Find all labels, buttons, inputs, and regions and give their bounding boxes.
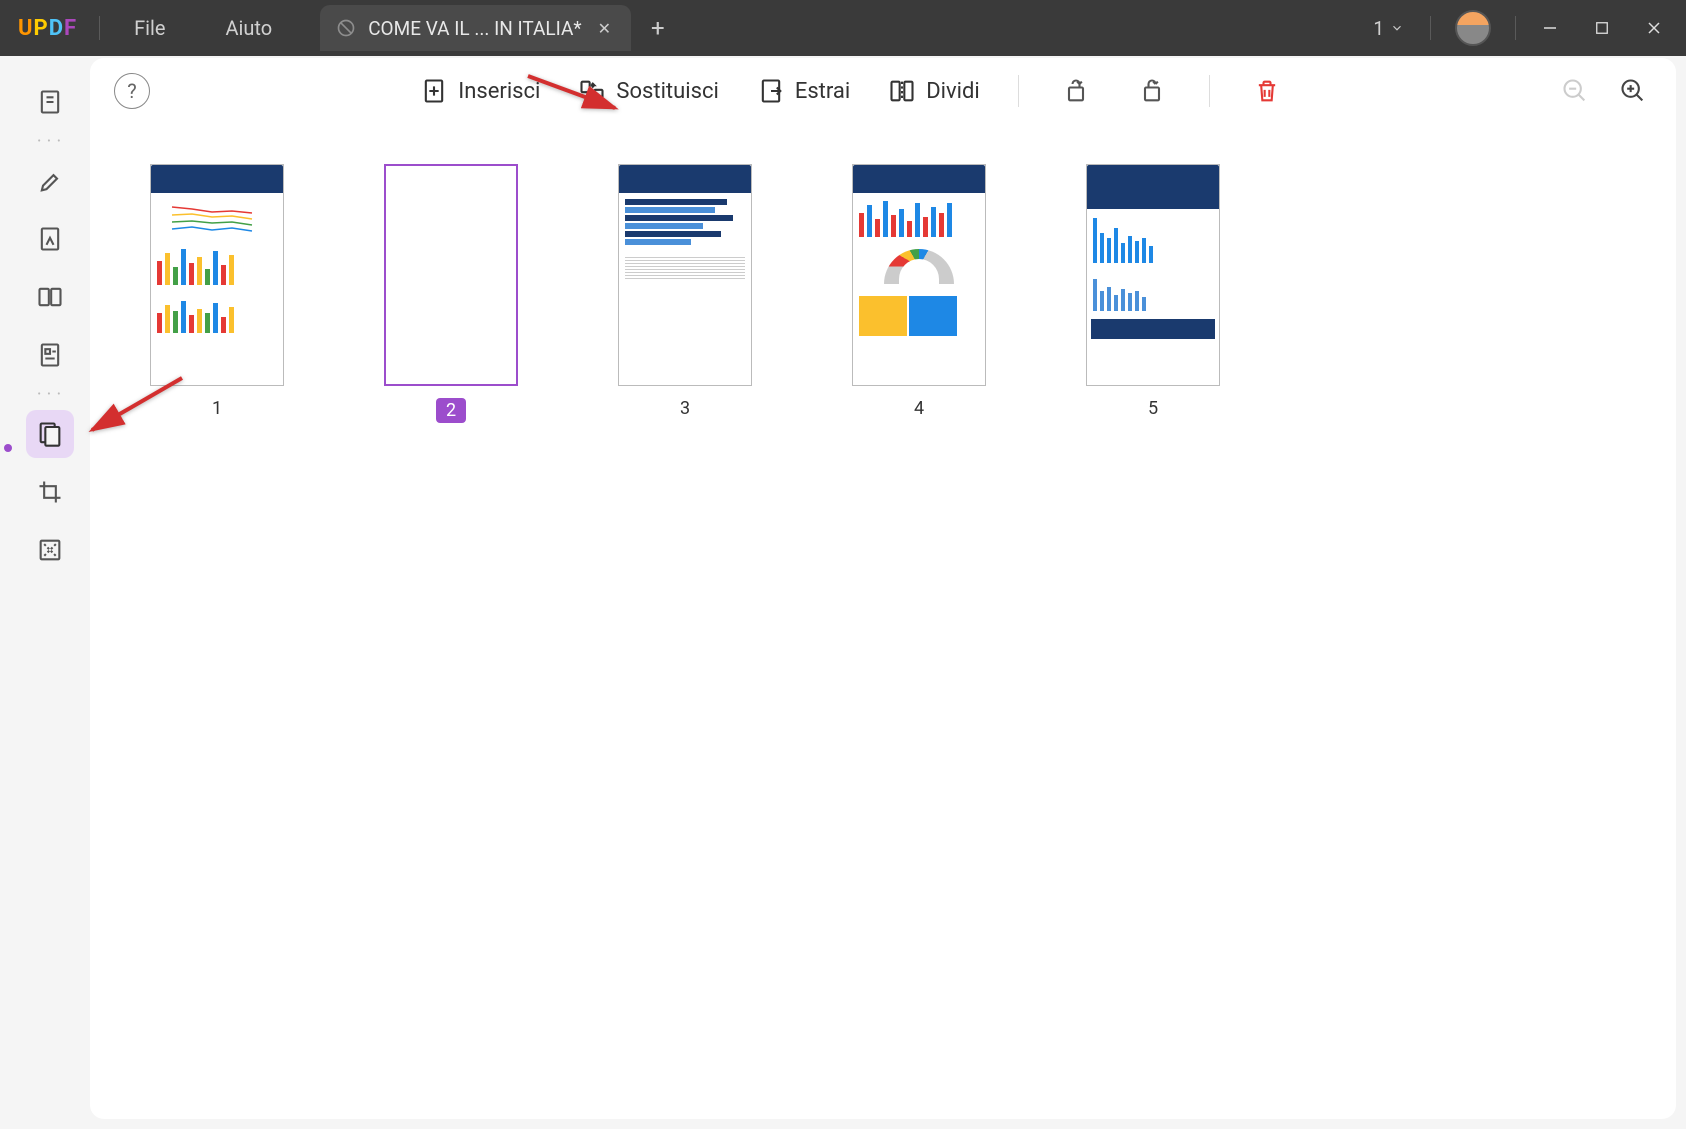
main-content: ? Inserisci Sostituisci Estrai Dividi xyxy=(90,58,1676,1119)
page-toolbar: ? Inserisci Sostituisci Estrai Dividi xyxy=(90,58,1676,124)
page-label: 4 xyxy=(914,398,924,419)
close-window-button[interactable] xyxy=(1632,6,1676,50)
extract-icon xyxy=(757,77,785,105)
separator xyxy=(1209,75,1210,107)
tab-title: COME VA IL ... IN ITALIA* xyxy=(368,17,581,40)
sidebar-redact[interactable] xyxy=(26,526,74,574)
extract-label: Estrai xyxy=(795,79,850,104)
separator xyxy=(1515,16,1516,40)
titlebar: UPDF File Aiuto COME VA IL ... IN ITALIA… xyxy=(0,0,1686,56)
user-avatar[interactable] xyxy=(1455,10,1491,46)
sidebar-compare[interactable] xyxy=(26,273,74,321)
thumbnail-grid: 1 2 xyxy=(90,124,1676,1119)
page-number: 1 xyxy=(1373,17,1384,40)
page-preview xyxy=(852,164,986,386)
page-thumbnail-4[interactable]: 4 xyxy=(852,164,986,419)
tab-close-button[interactable]: ✕ xyxy=(594,19,615,38)
menu-help[interactable]: Aiuto xyxy=(195,16,302,40)
split-icon xyxy=(888,77,916,105)
active-indicator xyxy=(4,444,12,452)
split-label: Dividi xyxy=(926,79,980,104)
rotate-right-button[interactable] xyxy=(1133,72,1171,110)
separator xyxy=(1018,75,1019,107)
page-preview xyxy=(618,164,752,386)
insert-icon xyxy=(420,77,448,105)
split-button[interactable]: Dividi xyxy=(888,77,980,105)
replace-button[interactable]: Sostituisci xyxy=(578,77,718,105)
separator xyxy=(99,16,100,40)
separator: • • • xyxy=(37,389,62,400)
help-button[interactable]: ? xyxy=(114,73,150,109)
zoom-out-button[interactable] xyxy=(1556,72,1594,110)
page-label: 3 xyxy=(680,398,690,419)
delete-button[interactable] xyxy=(1248,72,1286,110)
sidebar-reader[interactable] xyxy=(26,78,74,126)
sidebar-form[interactable] xyxy=(26,331,74,379)
sidebar: • • • • • • xyxy=(10,58,90,1129)
zoom-in-button[interactable] xyxy=(1614,72,1652,110)
sidebar-organize[interactable] xyxy=(26,410,74,458)
sidebar-crop[interactable] xyxy=(26,468,74,516)
app-logo: UPDF xyxy=(0,16,95,41)
page-thumbnail-3[interactable]: 3 xyxy=(618,164,752,419)
document-icon xyxy=(336,18,356,38)
insert-button[interactable]: Inserisci xyxy=(420,77,540,105)
page-label: 2 xyxy=(436,398,466,423)
extract-button[interactable]: Estrai xyxy=(757,77,850,105)
menu-file[interactable]: File xyxy=(104,16,195,40)
page-thumbnail-5[interactable]: 5 xyxy=(1086,164,1220,419)
replace-label: Sostituisci xyxy=(616,79,718,104)
page-indicator[interactable]: 1 xyxy=(1359,17,1418,40)
new-tab-button[interactable]: + xyxy=(631,14,685,42)
insert-label: Inserisci xyxy=(458,79,540,104)
page-preview xyxy=(384,164,518,386)
sidebar-edit[interactable] xyxy=(26,215,74,263)
chevron-down-icon xyxy=(1390,21,1404,35)
page-label: 5 xyxy=(1148,398,1158,419)
sidebar-highlight[interactable] xyxy=(26,157,74,205)
document-tab[interactable]: COME VA IL ... IN ITALIA* ✕ xyxy=(320,5,631,51)
page-thumbnail-1[interactable]: 1 xyxy=(150,164,284,419)
minimize-button[interactable] xyxy=(1528,6,1572,50)
page-preview xyxy=(1086,164,1220,386)
page-thumbnail-2[interactable]: 2 xyxy=(384,164,518,423)
rotate-left-button[interactable] xyxy=(1057,72,1095,110)
separator xyxy=(1430,16,1431,40)
separator: • • • xyxy=(37,136,62,147)
page-preview xyxy=(150,164,284,386)
replace-icon xyxy=(578,77,606,105)
page-label: 1 xyxy=(212,398,222,419)
maximize-button[interactable] xyxy=(1580,6,1624,50)
